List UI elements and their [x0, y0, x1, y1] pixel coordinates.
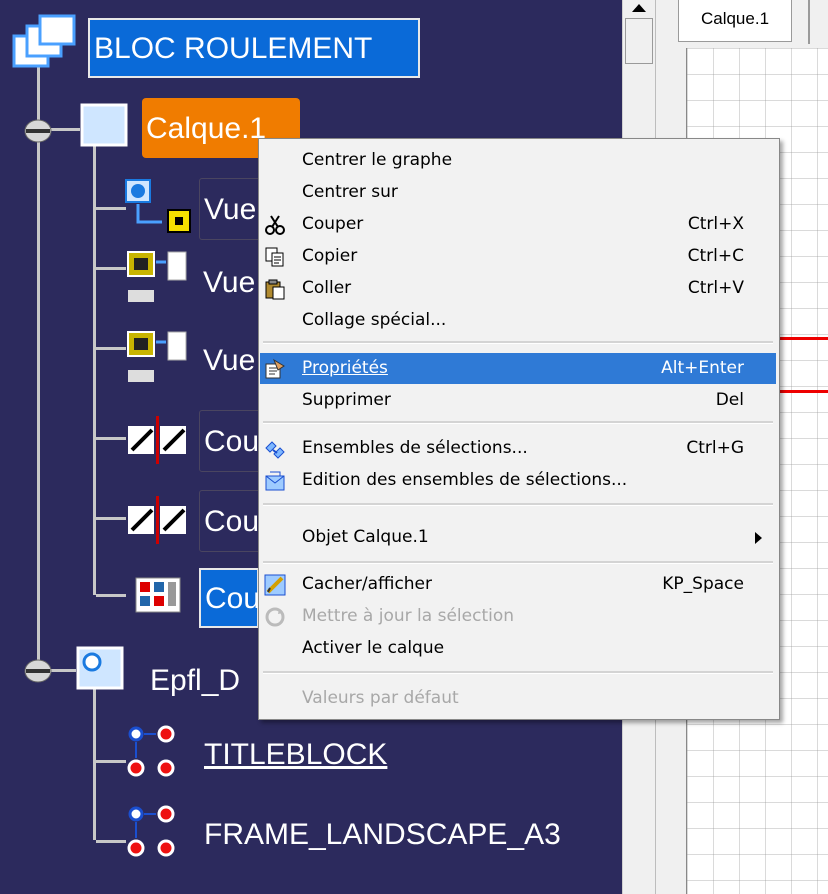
paste-icon [265, 279, 285, 300]
tree-line [96, 207, 126, 210]
background-layer-icon [76, 646, 124, 690]
menu-item-proprietes[interactable]: Propriétés Alt+Enter [260, 353, 776, 384]
tree-item-view-3[interactable]: Vue [199, 330, 259, 390]
ditto-icon [127, 805, 175, 857]
menu-item-ensembles-selections[interactable]: Ensembles de sélections... Ctrl+G [260, 433, 776, 464]
collapse-toggle-icon[interactable] [22, 118, 54, 144]
submenu-arrow-icon [755, 532, 762, 544]
tree-line [37, 60, 40, 670]
tree-line [93, 135, 96, 595]
menu-separator [263, 561, 773, 564]
menu-item-collage-special[interactable]: Collage spécial... [260, 305, 776, 336]
copy-icon [265, 247, 284, 267]
tree-line [96, 267, 126, 270]
properties-icon [265, 358, 285, 379]
menu-item-cacher-afficher[interactable]: Cacher/afficher KP_Space [260, 569, 776, 600]
tree-line [96, 760, 126, 763]
main-view-icon [125, 179, 191, 233]
context-menu: Centrer le graphe Centrer sur Couper Ctr… [258, 138, 780, 720]
tree-line [93, 670, 96, 840]
tree-line [96, 840, 126, 843]
scroll-up-arrow-icon[interactable] [632, 4, 646, 12]
tree-line [96, 437, 126, 440]
tree-item-cut-1[interactable]: Cou [199, 410, 261, 472]
menu-item-supprimer[interactable]: Supprimer Del [260, 385, 776, 416]
menu-item-activer-calque[interactable]: Activer le calque [260, 633, 776, 664]
menu-item-objet-calque[interactable]: Objet Calque.1 [260, 522, 776, 553]
menu-item-edition-ensembles[interactable]: Edition des ensembles de sélections... [260, 465, 776, 496]
tree-item-view-2[interactable]: Vue [199, 252, 259, 312]
tree-line [96, 347, 126, 350]
tree-item-epfl[interactable]: Epfl_D [150, 664, 240, 698]
collapse-toggle-icon[interactable] [22, 658, 54, 684]
menu-separator [263, 503, 773, 506]
tree-item-cut-2[interactable]: Cou [199, 490, 261, 552]
scissors-icon [265, 215, 285, 235]
detail-table-icon [135, 577, 181, 613]
scrollbar-thumb[interactable] [625, 18, 653, 64]
drawing-root-icon [12, 14, 76, 68]
menu-item-coller[interactable]: Coller Ctrl+V [260, 273, 776, 304]
edit-selection-sets-icon [265, 471, 285, 491]
menu-item-couper[interactable]: Couper Ctrl+X [260, 209, 776, 240]
tree-item-titleblock[interactable]: TITLEBLOCK [204, 738, 387, 772]
layer-icon [80, 103, 128, 147]
tree-item-frame[interactable]: FRAME_LANDSCAPE_A3 [204, 818, 561, 852]
tree-root-label[interactable]: BLOC ROULEMENT [88, 18, 420, 78]
menu-item-valeurs-defaut: Valeurs par défaut [302, 688, 459, 708]
menu-item-centrer-graphe[interactable]: Centrer le graphe [260, 145, 776, 176]
menu-separator [263, 341, 773, 344]
menu-item-centrer-sur[interactable]: Centrer sur [260, 177, 776, 208]
selection-sets-icon [265, 441, 285, 459]
section-cut-icon [128, 416, 186, 464]
section-view-icon [127, 251, 187, 302]
tree-item-view-1[interactable]: Vue [199, 178, 261, 240]
ditto-icon [127, 725, 175, 777]
update-icon [265, 607, 285, 627]
menu-separator [263, 421, 773, 424]
tree-line [96, 517, 126, 520]
tree-line [96, 594, 126, 597]
tree-item-cut-3[interactable]: Cou [199, 568, 260, 628]
hide-show-icon [264, 574, 286, 596]
menu-separator [263, 671, 773, 674]
section-view-icon [127, 331, 187, 382]
menu-item-mettre-a-jour: Mettre à jour la sélection [260, 601, 776, 632]
section-cut-icon [128, 496, 186, 544]
menu-item-copier[interactable]: Copier Ctrl+C [260, 241, 776, 272]
tab-calque[interactable]: Calque.1 [678, 0, 792, 42]
tab-divider [808, 0, 810, 44]
